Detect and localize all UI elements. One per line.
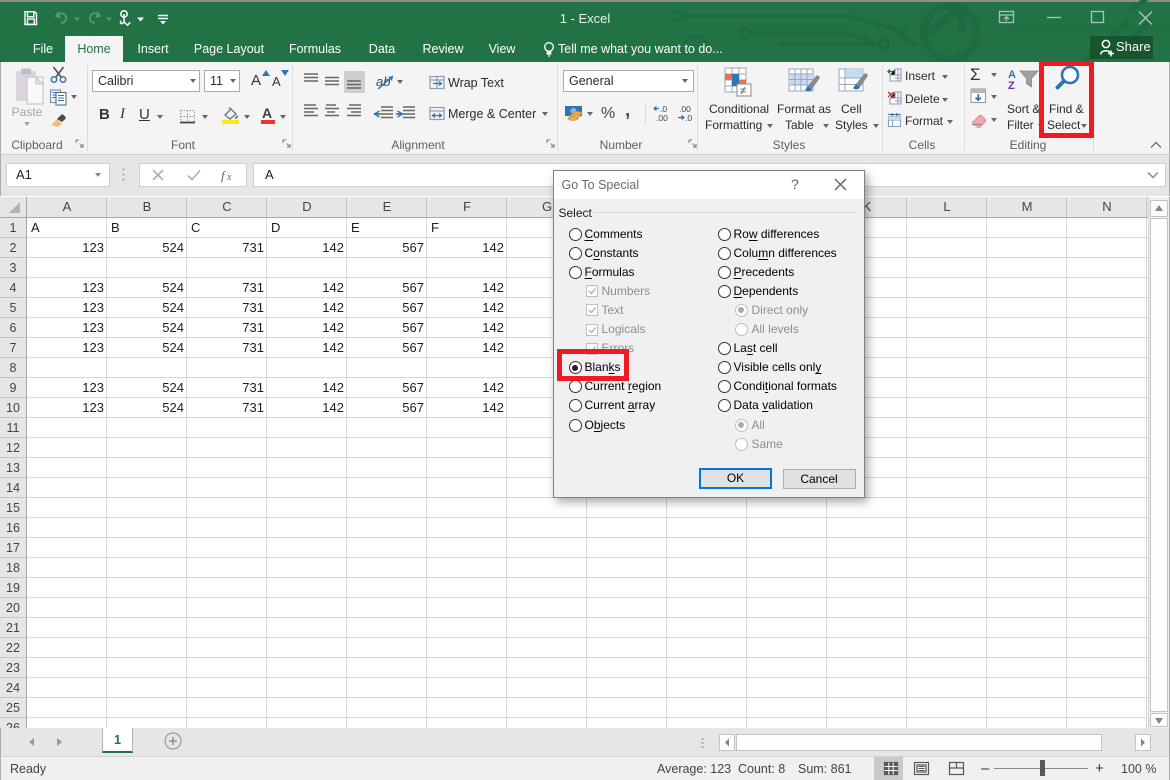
svg-text:x: x	[226, 172, 232, 183]
svg-text:ab: ab	[376, 74, 390, 89]
svg-text:.00: .00	[656, 113, 668, 123]
svg-text:Z: Z	[1008, 80, 1015, 92]
svg-text:≠: ≠	[740, 85, 746, 97]
svg-text:.0: .0	[685, 113, 692, 123]
